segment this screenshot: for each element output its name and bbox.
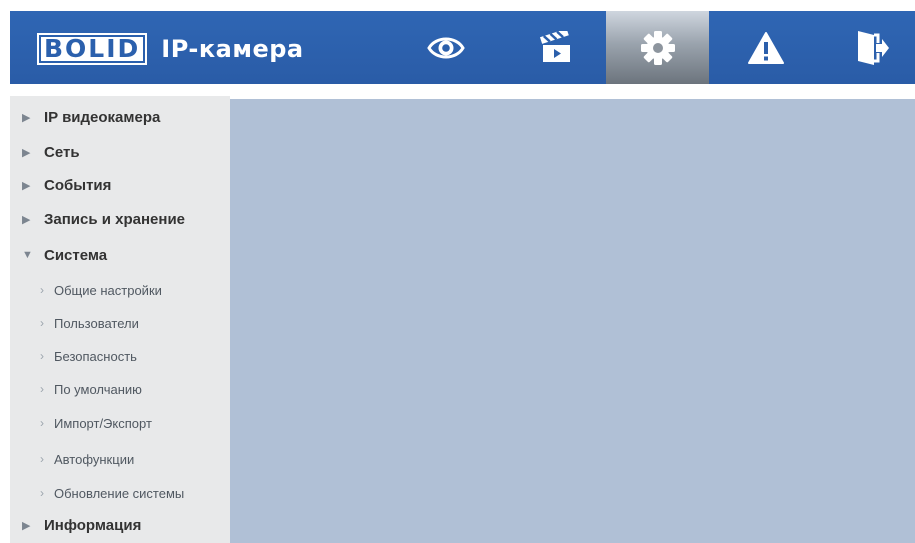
live-view-button[interactable] xyxy=(408,11,484,84)
brand: BOLID IP-камера xyxy=(37,33,304,65)
bolid-logo: BOLID xyxy=(37,33,148,65)
gear-icon xyxy=(640,30,675,65)
chevron-right-icon: › xyxy=(40,316,44,330)
sidebar-item-network[interactable]: ▶ Сеть xyxy=(22,138,80,166)
alarm-button[interactable] xyxy=(728,11,804,84)
settings-button[interactable] xyxy=(606,11,709,84)
sidebar-subitem-system-update[interactable]: › Обновление системы xyxy=(40,481,184,505)
expand-arrow-icon: ▶ xyxy=(22,146,31,159)
sidebar-item-ip-camera[interactable]: ▶ IP видеокамера xyxy=(22,103,160,131)
chevron-right-icon: › xyxy=(40,349,44,363)
expand-arrow-icon: ▶ xyxy=(22,519,31,532)
sidebar-subitem-import-export[interactable]: › Импорт/Экспорт xyxy=(40,411,152,435)
sidebar-menu: ▶ IP видеокамера ▶ Сеть ▶ События ▶ Запи… xyxy=(10,96,230,543)
expand-arrow-icon: ▶ xyxy=(22,111,31,124)
eye-icon xyxy=(427,37,465,58)
sidebar-subitem-general-settings[interactable]: › Общие настройки xyxy=(40,278,162,302)
sidebar-subitem-auto-functions[interactable]: › Автофункции xyxy=(40,447,134,471)
app-title: IP-камера xyxy=(161,35,304,63)
chevron-right-icon: › xyxy=(40,416,44,430)
sidebar-item-system[interactable]: ▼ Система xyxy=(22,241,107,269)
expand-arrow-icon: ▶ xyxy=(22,213,31,226)
expand-arrow-icon: ▶ xyxy=(22,179,31,192)
playback-button[interactable] xyxy=(518,11,594,84)
chevron-right-icon: › xyxy=(40,283,44,297)
sidebar-subitem-default[interactable]: › По умолчанию xyxy=(40,377,142,401)
collapse-arrow-icon: ▼ xyxy=(22,249,33,261)
clapperboard-icon xyxy=(539,30,570,62)
content-area xyxy=(230,99,915,543)
sidebar-subitem-security[interactable]: › Безопасность xyxy=(40,344,137,368)
sidebar-item-events[interactable]: ▶ События xyxy=(22,171,111,199)
warning-icon xyxy=(748,31,784,64)
sidebar-item-recording-storage[interactable]: ▶ Запись и хранение xyxy=(22,205,185,233)
chevron-right-icon: › xyxy=(40,486,44,500)
logout-button[interactable] xyxy=(834,11,910,84)
chevron-right-icon: › xyxy=(40,452,44,466)
exit-icon xyxy=(858,30,889,65)
top-navigation-bar: BOLID IP-камера xyxy=(10,11,915,84)
sidebar-subitem-users[interactable]: › Пользователи xyxy=(40,311,139,335)
chevron-right-icon: › xyxy=(40,382,44,396)
sidebar-item-information[interactable]: ▶ Информация xyxy=(22,511,141,539)
